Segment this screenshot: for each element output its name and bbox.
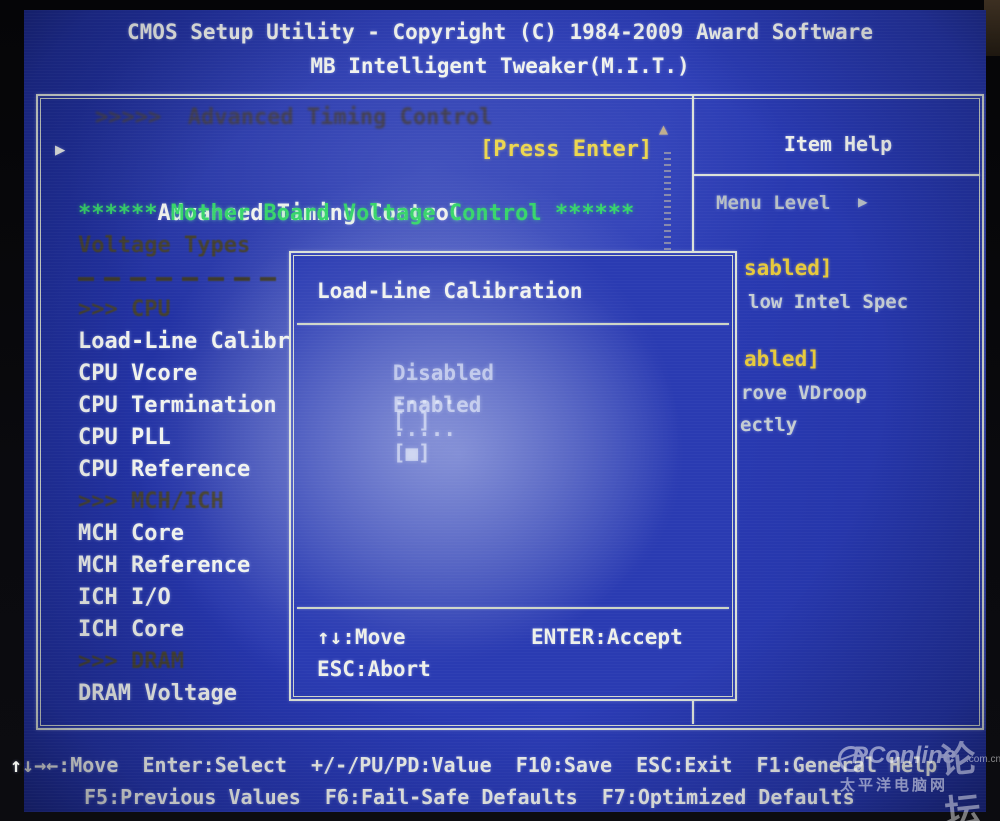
ghost-label: >>>>> Advanced Timing Control	[95, 105, 492, 130]
bios-screenshot-photo: CMOS Setup Utility - Copyright (C) 1984-…	[0, 0, 1000, 821]
selection-pointer-icon: ▶	[55, 134, 65, 166]
press-enter-value[interactable]: [Press Enter]	[480, 134, 652, 166]
menu-ghost-row: >>>>> Advanced Timing Control	[55, 102, 687, 134]
menu-level-label: Menu Level	[716, 192, 830, 214]
key-legend-line2: F5:Previous Values F6:Fail-Safe Defaults…	[84, 785, 855, 809]
dialog-hint-abort: ESC:Abort	[317, 657, 431, 681]
help-text-fragment-1: low Intel Spec	[748, 291, 908, 313]
dialog-title: Load-Line Calibration	[317, 279, 583, 303]
help-value-enabled-fragment: abled]	[744, 347, 820, 371]
dialog-title-divider	[297, 323, 729, 325]
dialog-footer-divider	[297, 607, 729, 609]
menu-level-arrow-icon: ▶	[858, 192, 868, 211]
dim-separator	[78, 277, 283, 281]
load-line-calibration-dialog: Load-Line Calibration Disabled ..... [ ]…	[289, 251, 737, 701]
help-value-disabled-fragment: sabled]	[744, 256, 833, 280]
key-legend-line1: ↑↓→←:Move Enter:Select +/-/PU/PD:Value F…	[10, 753, 937, 777]
option-checkbox-checked[interactable]: [■]	[393, 441, 431, 465]
bios-page-title: MB Intelligent Tweaker(M.I.T.)	[0, 54, 1000, 78]
option-label: Enabled	[393, 393, 553, 417]
item-help-title: Item Help	[694, 132, 982, 156]
dialog-hint-move: ↑↓:Move	[317, 625, 406, 649]
item-help-divider	[694, 174, 980, 176]
menu-item-advanced-timing-control[interactable]: ▶ Advanced Timing Control [Press Enter]	[55, 134, 687, 166]
section-header-voltage-control: ****** Mother Board Voltage Control ****…	[55, 198, 687, 230]
option-enabled[interactable]: Enabled ..... [■]	[317, 369, 553, 489]
help-text-fragment-3: ectly	[740, 414, 797, 436]
option-dots: .....	[393, 417, 493, 441]
bios-title: CMOS Setup Utility - Copyright (C) 1984-…	[0, 20, 1000, 44]
help-text-fragment-2: rove VDroop	[741, 382, 867, 404]
dialog-hint-accept: ENTER:Accept	[531, 625, 683, 649]
